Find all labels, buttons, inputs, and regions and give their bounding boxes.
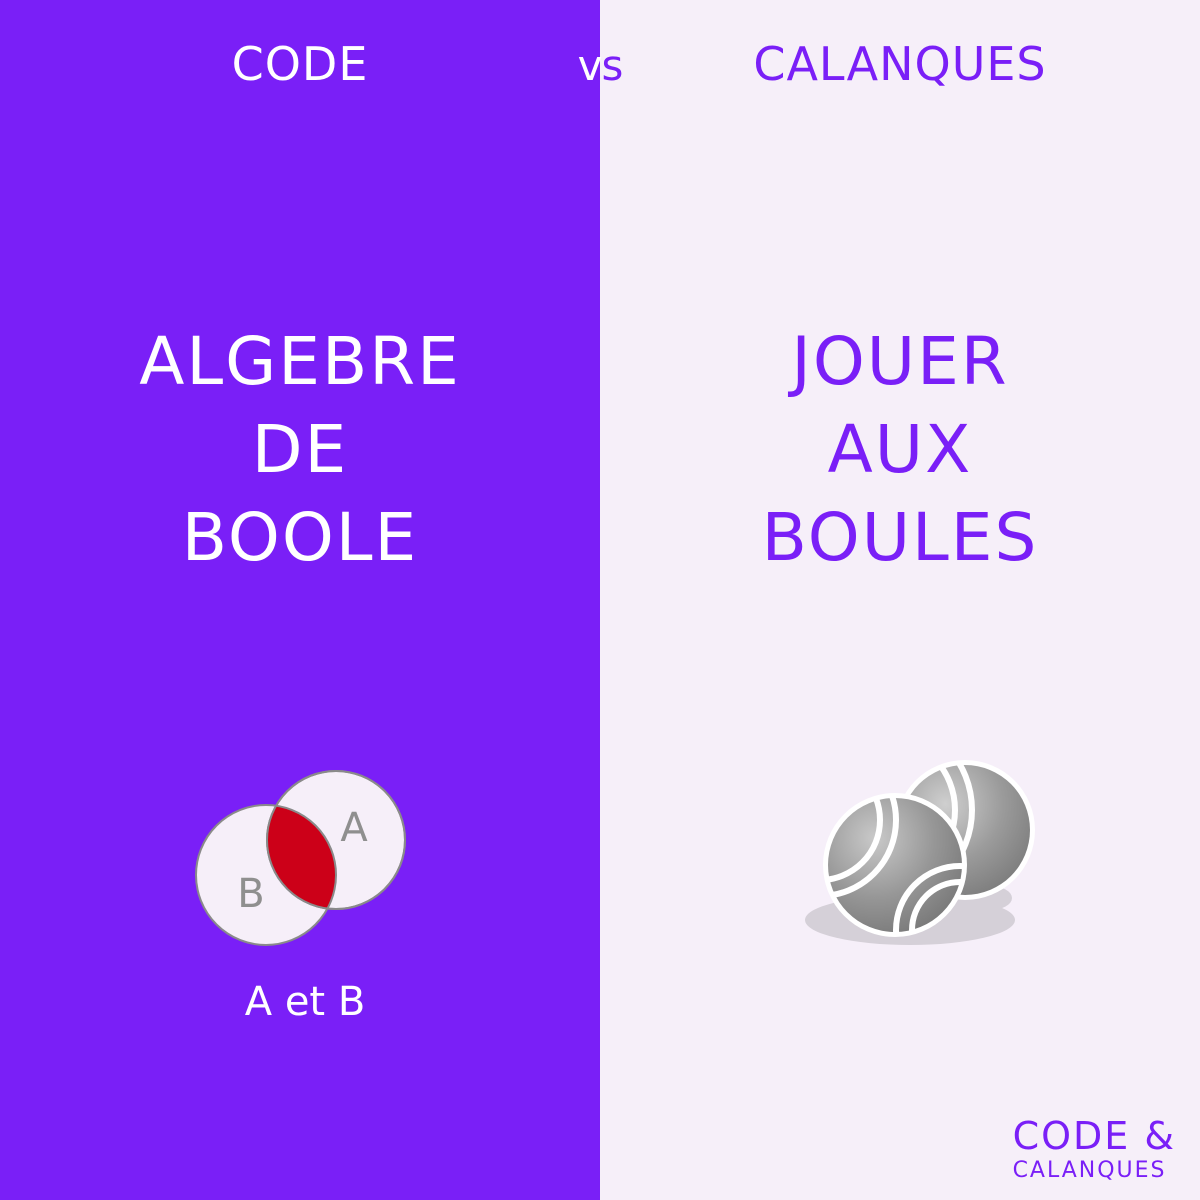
calanques-panel [600,0,1200,1200]
left-title: ALGEBRE DE BOOLE [0,318,600,582]
code-calanques-logo: CODE & CALANQUES [1013,1114,1176,1184]
venn-label-a: A [340,805,368,851]
right-title-line-1: JOUER [791,323,1009,400]
logo-line-1: CODE & [1012,1114,1176,1158]
venn-label-b: B [237,871,264,917]
left-title-line-3: BOOLE [181,499,419,576]
vs-label-v: v [577,41,603,90]
right-title-line-3: BOULES [761,499,1039,576]
petanque-balls-icon [805,760,1035,945]
right-title: JOUER AUX BOULES [600,318,1200,582]
left-title-line-2: DE [251,411,349,488]
venn-caption: A et B [244,979,366,1025]
header-code: CODE [231,37,369,91]
venn-diagram-icon: A B [195,770,406,946]
header-calanques: CALANQUES [753,37,1047,91]
logo-line-2: CALANQUES [1012,1158,1167,1183]
right-title-line-2: AUX [827,411,973,488]
left-title-line-1: ALGEBRE [139,323,461,400]
